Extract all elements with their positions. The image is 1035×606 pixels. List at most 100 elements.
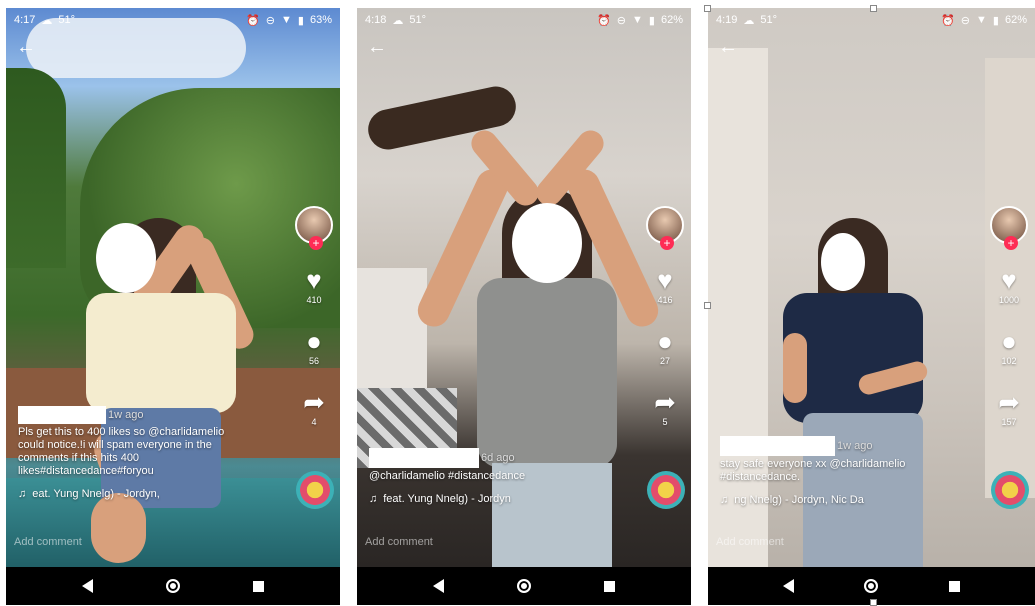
phone-screen-3: 4:19 ☁ 51° ⏰ ⊖ ▼ ▮ 62% ← + ♥ 1000 ● 102 ➦ 157 … [708,8,1035,605]
video-caption: 1w ago Pls get this to 400 likes so @cha… [18,406,248,501]
resize-handle-top-left[interactable] [704,5,711,12]
username-redacted[interactable] [369,448,479,468]
nav-back-icon[interactable] [783,579,795,593]
back-arrow-icon[interactable]: ← [367,36,387,59]
status-battery: 62% [1004,14,1027,26]
dnd-icon: ⊖ [265,14,276,27]
music-title[interactable]: eat. Yung Nnelg) - Jordyn, [32,488,160,501]
username-redacted[interactable] [18,406,106,424]
follow-plus-icon[interactable]: + [309,236,323,250]
cloud-icon: ☁ [41,14,53,27]
video-caption: 6d ago @charlidamelio #distancedance ♫ fe… [369,448,599,506]
like-count: 416 [657,295,673,305]
cloud-icon: ☁ [743,14,755,27]
battery-icon: ▮ [297,14,304,27]
status-temp: 51° [58,14,76,26]
status-battery: 63% [309,14,332,26]
music-disc[interactable] [991,471,1029,509]
back-arrow-icon[interactable]: ← [718,36,738,59]
creator-avatar[interactable]: + [990,206,1028,250]
dancer [783,218,943,567]
resize-handle-left[interactable] [704,302,711,309]
alarm-icon: ⏰ [246,14,260,27]
add-comment-input[interactable]: Add comment [14,536,82,548]
add-comment-input[interactable]: Add comment [716,536,784,548]
heart-icon[interactable]: ♥ [657,266,672,294]
music-note-icon: ♫ [18,488,27,500]
nav-recents-icon[interactable] [948,580,960,592]
music-disc[interactable] [296,471,334,509]
nav-recents-icon[interactable] [252,580,264,592]
video-caption: 1w ago stay safe everyone xx @charlidame… [720,436,950,507]
nav-back-icon[interactable] [433,579,445,593]
cloud-icon: ☁ [392,14,404,27]
nav-home-icon[interactable] [165,579,180,593]
battery-icon: ▮ [992,14,999,27]
resize-handle-top[interactable] [870,5,877,12]
share-icon[interactable]: ➦ [998,388,1020,416]
dancer [66,213,259,563]
comment-count: 56 [308,356,319,366]
comment-icon[interactable]: ● [657,327,673,355]
share-count: 157 [1001,417,1017,427]
username-redacted[interactable] [720,436,835,456]
back-arrow-icon[interactable]: ← [16,36,36,59]
phone-screen-2: 4:18 ☁ 51° ⏰ ⊖ ▼ ▮ 62% ← + ♥ 416 ● 27 ➦ 5 6d a… [357,8,691,605]
nav-recents-icon[interactable] [603,580,615,592]
follow-plus-icon[interactable]: + [660,236,674,250]
alarm-icon: ⏰ [597,14,611,27]
android-nav-bar [357,567,691,605]
status-time: 4:19 [716,14,738,26]
music-note-icon: ♫ [369,493,378,505]
comment-count: 102 [1001,356,1017,366]
wifi-icon: ▼ [976,14,987,26]
status-bar: 4:17 ☁ 51° ⏰ ⊖ ▼ ▮ 63% [6,8,340,32]
comment-count: 27 [659,356,670,366]
comment-icon[interactable]: ● [306,327,322,355]
status-battery: 62% [660,14,683,26]
music-title[interactable]: ng Nnelg) - Jordyn, Nic Da [734,494,864,507]
nav-home-icon[interactable] [864,579,879,593]
status-time: 4:17 [14,14,36,26]
action-rail: + ♥ 416 ● 27 ➦ 5 [645,206,685,427]
battery-icon: ▮ [648,14,655,27]
music-title[interactable]: feat. Yung Nnelg) - Jordyn [383,493,511,506]
palm-tree [6,68,66,268]
share-count: 4 [311,417,317,427]
share-count: 5 [662,417,668,427]
music-disc[interactable] [647,471,685,509]
resize-handle-bottom[interactable] [870,599,877,606]
creator-avatar[interactable]: + [646,206,684,250]
nav-back-icon[interactable] [82,579,94,593]
follow-plus-icon[interactable]: + [1004,236,1018,250]
alarm-icon: ⏰ [941,14,955,27]
wifi-icon: ▼ [281,14,292,26]
status-temp: 51° [409,14,427,26]
post-time: 6d ago [481,451,515,464]
music-note-icon: ♫ [720,494,729,506]
heart-icon[interactable]: ♥ [306,266,321,294]
action-rail: + ♥ 410 ● 56 ➦ 4 [294,206,334,427]
status-temp: 51° [760,14,778,26]
creator-avatar[interactable]: + [295,206,333,250]
caption-text: Pls get this to 400 likes so @charlidame… [18,426,225,477]
status-time: 4:18 [365,14,387,26]
caption-text: @charlidamelio #distancedance [369,470,526,482]
post-time: 1w ago [108,408,144,421]
nav-home-icon[interactable] [516,579,531,593]
phone-screen-1: 4:17 ☁ 51° ⏰ ⊖ ▼ ▮ 63% ← + ♥ 410 ● 56 ➦ 4 1w a… [6,8,340,605]
like-count: 1000 [998,295,1020,305]
heart-icon[interactable]: ♥ [1001,266,1016,294]
android-nav-bar [6,567,340,605]
wifi-icon: ▼ [632,14,643,26]
action-rail: + ♥ 1000 ● 102 ➦ 157 [989,206,1029,427]
share-icon[interactable]: ➦ [654,388,676,416]
dnd-icon: ⊖ [616,14,627,27]
post-time: 1w ago [837,439,873,452]
status-bar: 4:18 ☁ 51° ⏰ ⊖ ▼ ▮ 62% [357,8,691,32]
share-icon[interactable]: ➦ [303,388,325,416]
comment-icon[interactable]: ● [1001,327,1017,355]
add-comment-input[interactable]: Add comment [365,536,433,548]
like-count: 410 [306,295,322,305]
caption-text: stay safe everyone xx @charlidamelio #di… [720,458,906,483]
